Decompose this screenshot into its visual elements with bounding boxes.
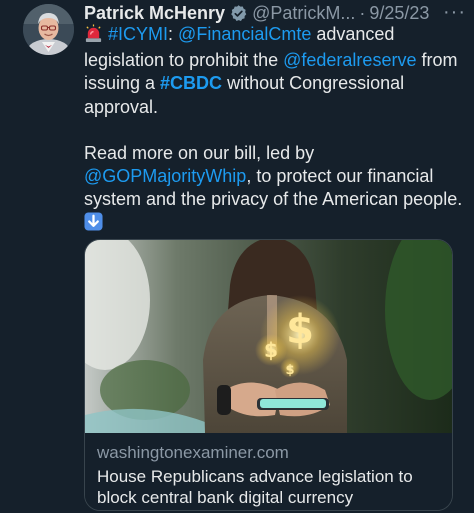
mention-federalreserve[interactable]: @federalreserve [283, 50, 416, 70]
card-meta[interactable]: washingtonexaminer.com House Republicans… [85, 433, 452, 510]
mention-financialcmte[interactable]: @FinancialCmte [178, 24, 311, 44]
colon-text: : [168, 24, 179, 44]
author-avatar[interactable] [23, 4, 74, 55]
phone-hands-image: $ $ $ [85, 240, 452, 433]
tweet-paragraph-1: 🚨 #ICYMI: @FinancialCmte advanced legisl… [84, 23, 464, 119]
card-domain: washingtonexaminer.com [97, 443, 289, 462]
tweet-paragraph-2: Read more on our bill, led by @GOPMajori… [84, 142, 464, 238]
author-handle[interactable]: @PatrickM... [252, 3, 355, 24]
tweet-text-segment: Read more on our bill, led by [84, 142, 315, 163]
svg-text:$: $ [285, 363, 294, 378]
tweet-text: 🚨 #ICYMI: @FinancialCmte advanced legisl… [84, 23, 464, 238]
mention-gopmajoritywhip[interactable]: @GOPMajorityWhip [84, 166, 246, 186]
hashtag-icymi[interactable]: #ICYMI [108, 24, 168, 44]
tweet-date[interactable]: 9/25/23 [369, 3, 429, 24]
siren-emoji [84, 24, 103, 49]
svg-text:$: $ [286, 307, 314, 353]
card-title: House Republicans advance legislation to… [97, 467, 413, 507]
hashtag-cbdc[interactable]: #CBDC [160, 73, 222, 93]
header-separator: · [359, 2, 366, 23]
card-image[interactable]: $ $ $ [85, 240, 452, 433]
person-avatar-icon [23, 4, 74, 55]
svg-text:$: $ [264, 338, 278, 362]
verified-badge-icon [229, 4, 248, 23]
more-options-icon[interactable]: ··· [443, 1, 466, 24]
tweet[interactable]: Patrick McHenry @PatrickM... · 9/25/23 ·… [0, 0, 474, 513]
link-preview-card[interactable]: $ $ $ washingtonexaminer.com House Repub… [84, 239, 453, 511]
author-display-name[interactable]: Patrick McHenry [84, 3, 225, 24]
down-arrow-emoji [84, 212, 103, 237]
tweet-header: Patrick McHenry @PatrickM... · 9/25/23 ·… [84, 1, 466, 25]
